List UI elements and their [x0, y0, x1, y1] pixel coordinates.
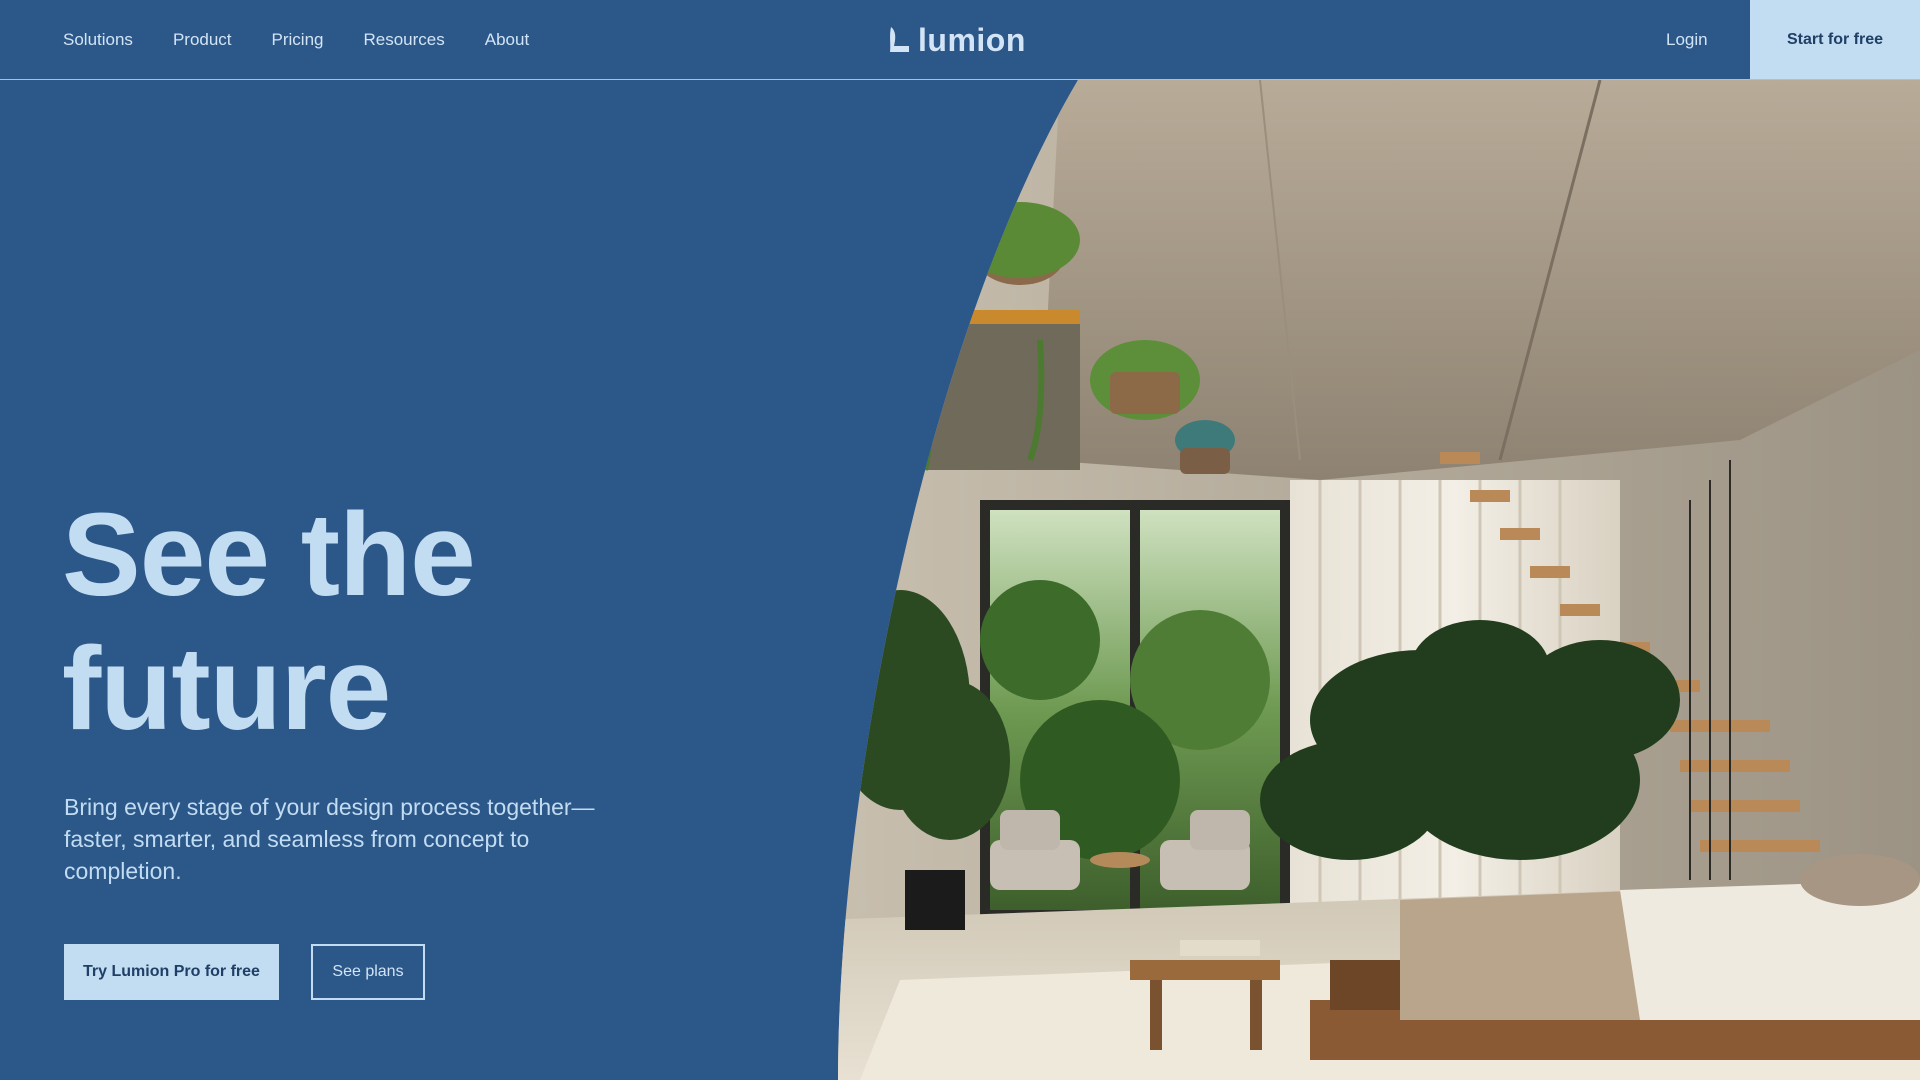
landing-page: Solutions Product Pricing Resources Abou… [0, 0, 1920, 1080]
lumion-logo[interactable]: lumion [888, 22, 1026, 58]
hero-interior-image [838, 80, 1920, 1080]
nav-resources[interactable]: Resources [364, 30, 445, 50]
logo-wordmark: lumion [918, 22, 1026, 58]
primary-nav: Solutions Product Pricing Resources Abou… [63, 0, 529, 79]
top-navigation: Solutions Product Pricing Resources Abou… [0, 0, 1920, 80]
lumion-leaf-logo-icon [890, 27, 909, 52]
nav-about[interactable]: About [485, 30, 529, 50]
start-for-free-button[interactable]: Start for free [1750, 0, 1920, 79]
nav-solutions[interactable]: Solutions [63, 30, 133, 50]
nav-product[interactable]: Product [173, 30, 232, 50]
login-link[interactable]: Login [1666, 0, 1708, 79]
nav-pricing[interactable]: Pricing [272, 30, 324, 50]
